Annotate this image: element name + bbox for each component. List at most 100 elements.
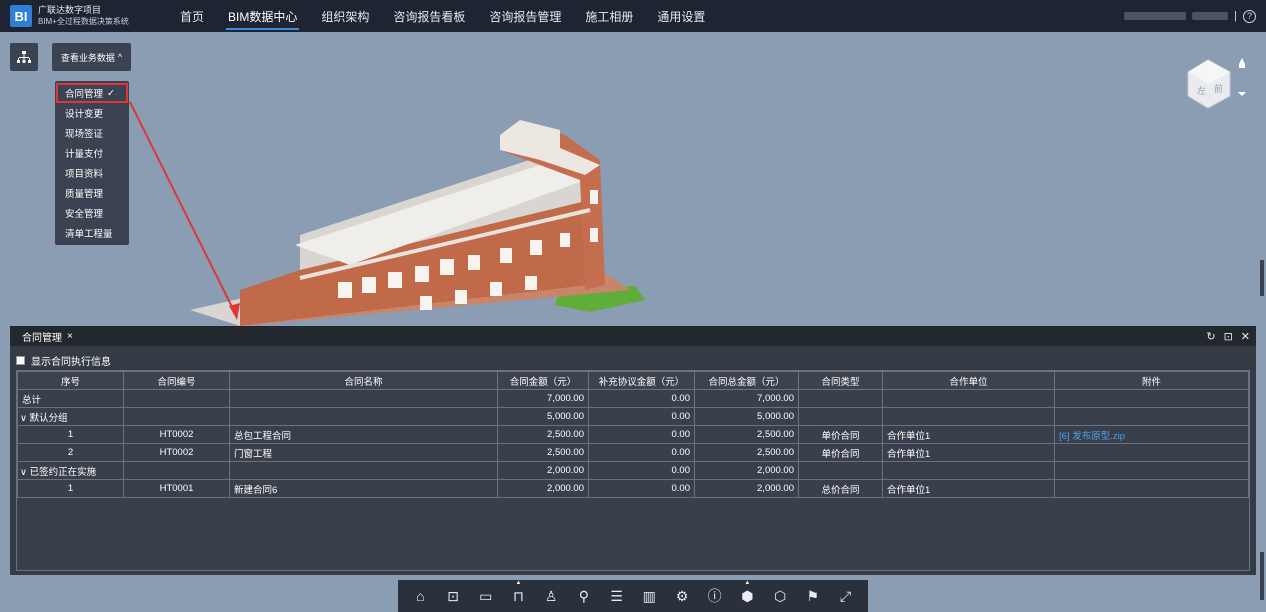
cell-attachment <box>1054 479 1249 498</box>
nav-construction-album[interactable]: 施工相册 <box>573 0 645 32</box>
divider: | <box>1234 10 1237 22</box>
business-data-dropdown[interactable]: 查看业务数据 ^ <box>52 43 131 71</box>
cell-amount: 2,500.00 <box>497 443 589 462</box>
attachment-link[interactable]: [6] 发布原型.zip <box>1054 425 1249 444</box>
menu-item-design-change[interactable]: 设计变更 <box>55 103 129 123</box>
cell-amount: 7,000.00 <box>497 389 589 408</box>
menu-item-safety[interactable]: 安全管理 <box>55 203 129 223</box>
nav-general-settings[interactable]: 通用设置 <box>645 0 717 32</box>
chevron-down-icon[interactable]: ∨ <box>20 413 30 424</box>
cell-supplement: 0.00 <box>588 425 695 444</box>
app-title-line2: BIM+全过程数据决策系统 <box>38 17 129 26</box>
cell-name <box>229 461 498 480</box>
info-icon[interactable]: ⓘ <box>705 586 725 606</box>
nav-org-structure[interactable]: 组织架构 <box>309 0 381 32</box>
menu-item-payment[interactable]: 计量支付 <box>55 143 129 163</box>
cell-name: 新建合同6 <box>229 479 498 498</box>
cell-supplement: 0.00 <box>588 389 695 408</box>
help-icon[interactable]: ? <box>1243 9 1256 23</box>
col-partner[interactable]: 合作单位 <box>882 371 1055 390</box>
cube-menu-icon[interactable] <box>1238 92 1246 96</box>
nav-home[interactable]: 首页 <box>168 0 216 32</box>
show-execution-info-row[interactable]: 显示合同执行信息 <box>10 351 1256 369</box>
chevron-down-icon[interactable]: ∨ <box>20 467 30 478</box>
close-icon[interactable]: ✕ <box>1241 330 1250 343</box>
bottom-toolbar: ⌂ ⊡ ▭ ▲ ⊓ ♙ ⚲ ☰ ▥ ⚙ ⓘ ▲ ⬢ ⬡ ⚑ ⤢ <box>398 580 868 612</box>
table-row[interactable]: 1 HT0002 总包工程合同 2,500.00 0.00 2,500.00 单… <box>17 425 1249 444</box>
cell-attachment <box>1054 461 1249 480</box>
cell-seq: 总计 <box>17 389 124 408</box>
view-cube[interactable]: 左 前 <box>1184 54 1254 114</box>
cell-seq: 2 <box>17 443 124 462</box>
col-attachment[interactable]: 附件 <box>1054 371 1249 390</box>
menu-item-project-docs[interactable]: 项目资料 <box>55 163 129 183</box>
cube-home-icon[interactable] <box>1239 58 1245 64</box>
refresh-icon[interactable]: ↻ <box>1206 330 1215 343</box>
explode-icon[interactable]: ⬡ <box>770 586 790 606</box>
cell-partner: 合作单位1 <box>882 443 1055 462</box>
contract-table: 序号 合同编号 合同名称 合同金额（元） 补充协议金额（元） 合同总金额（元） … <box>17 371 1249 498</box>
nav-report-board[interactable]: 咨询报告看板 <box>381 0 477 32</box>
cell-seq[interactable]: ∨ 已签约正在实施 <box>17 461 124 480</box>
cell-type <box>798 389 883 408</box>
annotation-arrow <box>129 101 238 318</box>
tab-contract-management[interactable]: 合同管理 × <box>16 329 79 344</box>
menu-item-quality[interactable]: 质量管理 <box>55 183 129 203</box>
table-row-group[interactable]: ∨ 默认分组 5,000.00 0.00 5,000.00 <box>17 407 1249 426</box>
cell-amount: 5,000.00 <box>497 407 589 426</box>
menu-item-site-visa[interactable]: 现场签证 <box>55 123 129 143</box>
col-total[interactable]: 合同总金额（元） <box>694 371 799 390</box>
menu-item-label: 合同管理 <box>65 89 104 100</box>
table-row[interactable]: 1 HT0001 新建合同6 2,000.00 0.00 2,000.00 总价… <box>17 479 1249 498</box>
app-logo[interactable]: BI 广联达数字项目 BIM+全过程数据决策系统 <box>0 5 168 27</box>
caret-up-icon: ▲ <box>744 580 751 586</box>
user-menu-redacted[interactable] <box>1192 12 1229 20</box>
zoom-box-icon[interactable]: ⊡ <box>443 586 463 606</box>
table-row-total[interactable]: 总计 7,000.00 0.00 7,000.00 <box>17 389 1249 408</box>
settings-icon[interactable]: ⚙ <box>672 586 692 606</box>
tab-label: 合同管理 <box>22 332 62 344</box>
home-icon[interactable]: ⌂ <box>410 586 430 606</box>
model-icon[interactable]: ▲ ⬢ <box>737 580 757 606</box>
col-seq[interactable]: 序号 <box>17 371 124 390</box>
right-panel-handle[interactable] <box>1260 260 1264 296</box>
person-icon[interactable]: ♙ <box>541 586 561 606</box>
user-info-redacted[interactable] <box>1124 12 1187 20</box>
list-icon[interactable]: ☰ <box>607 586 627 606</box>
cell-seq[interactable]: ∨ 默认分组 <box>17 407 124 426</box>
top-bar: BI 广联达数字项目 BIM+全过程数据决策系统 首页 BIM数据中心 组织架构… <box>0 0 1266 32</box>
cell-type: 单价合同 <box>798 425 883 444</box>
fullscreen-icon[interactable]: ⤢ <box>835 586 855 606</box>
cell-partner: 合作单位1 <box>882 479 1055 498</box>
business-data-menu: 合同管理 ✓ 设计变更 现场签证 计量支付 项目资料 质量管理 安全管理 清单工… <box>55 81 129 245</box>
col-supplement[interactable]: 补充协议金额（元） <box>588 371 695 390</box>
table-row[interactable]: 2 HT0002 门窗工程 2,500.00 0.00 2,500.00 单价合… <box>17 443 1249 462</box>
menu-item-bill-quantities[interactable]: 清单工程量 <box>55 223 129 243</box>
cell-code <box>123 461 230 480</box>
main-nav: 首页 BIM数据中心 组织架构 咨询报告看板 咨询报告管理 施工相册 通用设置 <box>168 0 717 32</box>
table-row-group[interactable]: ∨ 已签约正在实施 2,000.00 0.00 2,000.00 <box>17 461 1249 480</box>
nav-report-management[interactable]: 咨询报告管理 <box>477 0 573 32</box>
chart-icon[interactable]: ▥ <box>639 586 659 606</box>
nav-bim-data-center[interactable]: BIM数据中心 <box>216 0 309 32</box>
menu-item-contract-management[interactable]: 合同管理 ✓ <box>56 83 128 103</box>
col-code[interactable]: 合同编号 <box>123 371 230 390</box>
col-amount[interactable]: 合同金额（元） <box>497 371 589 390</box>
col-type[interactable]: 合同类型 <box>798 371 883 390</box>
map-pin-icon[interactable]: ⚑ <box>803 586 823 606</box>
contract-panel: 合同管理 × ↻ ⊡ ✕ 显示合同执行信息 序号 合同编号 合同名称 合同金额（… <box>10 326 1256 575</box>
cell-amount: 2,000.00 <box>497 479 589 498</box>
locate-icon[interactable]: ⚲ <box>574 586 594 606</box>
bim-3d-viewport[interactable] <box>0 32 1266 326</box>
measure-icon[interactable]: ▭ <box>476 586 496 606</box>
section-icon[interactable]: ▲ ⊓ <box>508 580 528 606</box>
cell-partner: 合作单位1 <box>882 425 1055 444</box>
maximize-icon[interactable]: ⊡ <box>1224 330 1233 343</box>
show-execution-info-checkbox[interactable] <box>16 355 25 365</box>
right-panel-handle-2[interactable] <box>1260 552 1264 600</box>
panel-header: 合同管理 × ↻ ⊡ ✕ <box>10 326 1256 346</box>
close-tab-icon[interactable]: × <box>67 331 73 342</box>
col-name[interactable]: 合同名称 <box>229 371 498 390</box>
org-tree-button[interactable] <box>10 43 38 71</box>
cell-code: HT0001 <box>123 479 230 498</box>
